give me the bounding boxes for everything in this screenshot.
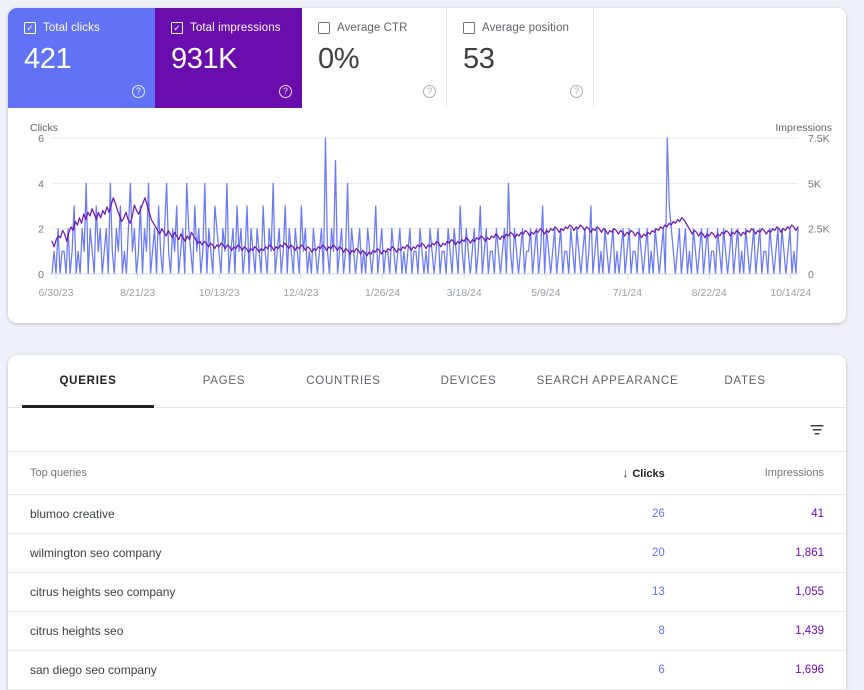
tab-devices[interactable]: DEVICES bbox=[407, 355, 530, 408]
svg-text:8/22/24: 8/22/24 bbox=[692, 287, 727, 299]
svg-text:4: 4 bbox=[38, 178, 44, 190]
tab-label: SEARCH APPEARANCE bbox=[536, 375, 679, 387]
table-row[interactable]: citrus heights seo company 13 1,055 bbox=[8, 572, 846, 612]
metric-label-total-clicks: Total clicks bbox=[43, 22, 100, 34]
tab-label: DEVICES bbox=[440, 375, 497, 387]
svg-text:10/13/23: 10/13/23 bbox=[199, 287, 240, 299]
cell-impressions: 1,861 bbox=[686, 533, 846, 573]
table-body: blumoo creative 26 41 wilmington seo compan… bbox=[8, 494, 846, 690]
cell-query: san diego seo company bbox=[8, 650, 528, 690]
tab-countries[interactable]: COUNTRIES bbox=[280, 355, 407, 408]
metric-header: Average CTR bbox=[318, 22, 430, 34]
search-console-performance-page: ✓ Total clicks 421 ? ✓ Total impressions… bbox=[0, 0, 864, 690]
chart-canvas: 0 0 2 2.5K 4 5K 6 7.5K 6/30/23 8/21/23 10/13/23 12/… bbox=[38, 133, 830, 299]
tab-search-appearance[interactable]: SEARCH APPEARANCE bbox=[530, 355, 685, 408]
metric-header: ✓ Total impressions bbox=[171, 22, 286, 34]
cell-impressions: 1,696 bbox=[686, 650, 846, 690]
help-icon-total-impressions[interactable]: ? bbox=[279, 85, 292, 98]
svg-text:1/26/24: 1/26/24 bbox=[365, 287, 400, 299]
metric-value-total-clicks: 421 bbox=[24, 43, 72, 75]
column-header-clicks[interactable]: ↓ Clicks bbox=[527, 452, 687, 495]
svg-text:6: 6 bbox=[38, 133, 44, 145]
tab-queries[interactable]: QUERIES bbox=[8, 355, 168, 408]
cell-clicks: 26 bbox=[527, 494, 687, 534]
metric-card-total-impressions[interactable]: ✓ Total impressions 931K ? bbox=[155, 8, 302, 108]
performance-chart: Clicks Impressions 0 0 2 2.5K 4 5K 6 7.5K 6/30/2… bbox=[8, 108, 846, 323]
column-header-impressions[interactable]: Impressions bbox=[686, 452, 846, 495]
svg-text:0: 0 bbox=[808, 269, 814, 281]
metric-label-average-ctr: Average CTR bbox=[337, 22, 408, 34]
tab-label: QUERIES bbox=[59, 375, 117, 387]
metric-card-average-ctr[interactable]: Average CTR 0% ? bbox=[302, 8, 447, 108]
metric-cards-row: ✓ Total clicks 421 ? ✓ Total impressions… bbox=[8, 8, 846, 108]
cell-clicks: 8 bbox=[527, 611, 687, 651]
metric-row-spacer bbox=[594, 8, 846, 108]
table-row[interactable]: citrus heights seo 8 1,439 bbox=[8, 611, 846, 651]
tab-label: DATES bbox=[724, 375, 766, 387]
checkbox-average-ctr[interactable] bbox=[318, 22, 330, 34]
metric-value-average-ctr: 0% bbox=[318, 43, 360, 75]
filter-toolbar bbox=[8, 408, 846, 452]
detail-tabs: QUERIES PAGES COUNTRIES DEVICES SEARCH A… bbox=[8, 355, 846, 408]
table-header-row: Top queries ↓ Clicks Impressions bbox=[8, 452, 846, 495]
column-header-top-queries[interactable]: Top queries bbox=[8, 452, 528, 495]
svg-text:3/18/24: 3/18/24 bbox=[447, 287, 482, 299]
metric-value-average-position: 53 bbox=[463, 43, 495, 75]
help-icon-average-ctr[interactable]: ? bbox=[423, 85, 436, 98]
table-row[interactable]: san diego seo company 6 1,696 bbox=[8, 650, 846, 690]
cell-query: wilmington seo company bbox=[8, 533, 528, 573]
cell-impressions: 1,439 bbox=[686, 611, 846, 651]
metric-header: ✓ Total clicks bbox=[24, 22, 139, 34]
help-icon-average-position[interactable]: ? bbox=[570, 85, 583, 98]
tab-dates[interactable]: DATES bbox=[685, 355, 805, 408]
column-header-clicks-label: Clicks bbox=[632, 467, 665, 480]
cell-query: blumoo creative bbox=[8, 494, 528, 534]
cell-query: citrus heights seo bbox=[8, 611, 528, 651]
svg-text:2.5K: 2.5K bbox=[808, 224, 830, 236]
metric-label-average-position: Average position bbox=[482, 22, 570, 34]
svg-text:8/21/23: 8/21/23 bbox=[120, 287, 155, 299]
svg-text:7.5K: 7.5K bbox=[808, 133, 830, 145]
svg-text:0: 0 bbox=[38, 269, 44, 281]
tab-pages[interactable]: PAGES bbox=[168, 355, 280, 408]
checkbox-average-position[interactable] bbox=[463, 22, 475, 34]
cell-impressions: 1,055 bbox=[686, 572, 846, 612]
table-row[interactable]: blumoo creative 26 41 bbox=[8, 494, 846, 534]
performance-details-panel: QUERIES PAGES COUNTRIES DEVICES SEARCH A… bbox=[8, 355, 846, 690]
cell-clicks: 13 bbox=[527, 572, 687, 612]
metric-card-average-position[interactable]: Average position 53 ? bbox=[447, 8, 594, 108]
help-icon-total-clicks[interactable]: ? bbox=[132, 85, 145, 98]
cell-clicks: 6 bbox=[527, 650, 687, 690]
queries-table: Top queries ↓ Clicks Impressions blumoo c… bbox=[8, 452, 846, 690]
svg-text:12/4/23: 12/4/23 bbox=[283, 287, 318, 299]
tab-label: PAGES bbox=[202, 375, 246, 387]
svg-text:2: 2 bbox=[38, 224, 44, 236]
checkbox-total-clicks[interactable]: ✓ bbox=[24, 22, 36, 34]
checkbox-total-impressions[interactable]: ✓ bbox=[171, 22, 183, 34]
svg-text:5/9/24: 5/9/24 bbox=[531, 287, 560, 299]
metric-header: Average position bbox=[463, 22, 577, 34]
cell-clicks: 20 bbox=[527, 533, 687, 573]
filter-icon[interactable] bbox=[808, 421, 826, 439]
tab-label: COUNTRIES bbox=[306, 375, 381, 387]
table-row[interactable]: wilmington seo company 20 1,861 bbox=[8, 533, 846, 573]
svg-text:7/1/24: 7/1/24 bbox=[613, 287, 642, 299]
sort-descending-icon: ↓ bbox=[622, 465, 629, 480]
cell-query: citrus heights seo company bbox=[8, 572, 528, 612]
metric-value-total-impressions: 931K bbox=[171, 43, 238, 75]
performance-overview-panel: ✓ Total clicks 421 ? ✓ Total impressions… bbox=[8, 8, 846, 323]
metric-card-total-clicks[interactable]: ✓ Total clicks 421 ? bbox=[8, 8, 155, 108]
svg-text:6/30/23: 6/30/23 bbox=[38, 287, 73, 299]
metric-label-total-impressions: Total impressions bbox=[190, 22, 281, 34]
cell-impressions: 41 bbox=[686, 494, 846, 534]
svg-text:5K: 5K bbox=[808, 178, 821, 190]
svg-text:10/14/24: 10/14/24 bbox=[770, 287, 811, 299]
